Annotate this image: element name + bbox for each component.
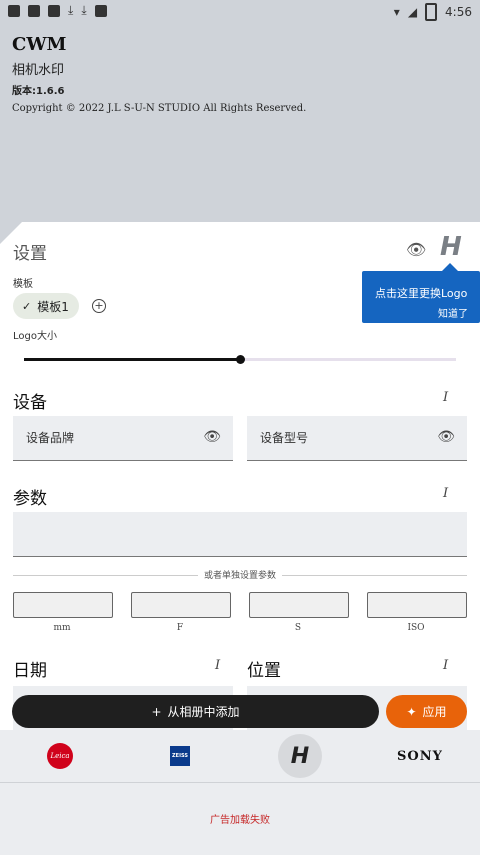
notification-icon bbox=[8, 4, 20, 17]
slider-thumb[interactable] bbox=[236, 355, 245, 364]
sony-logo-icon: SONY bbox=[397, 748, 443, 764]
iso-label: ISO bbox=[407, 623, 425, 633]
device-title: 设备 bbox=[13, 393, 47, 413]
date-title: 日期 bbox=[13, 661, 47, 681]
text-cursor-icon[interactable]: I bbox=[215, 658, 220, 673]
notification-icon bbox=[94, 4, 107, 17]
logo-size-label: Logo大小 bbox=[13, 331, 57, 342]
preview-eye-icon[interactable]: 👁 bbox=[406, 240, 426, 259]
brand-bar: Leica ZEISS H SONY bbox=[0, 730, 480, 782]
ad-banner: 广告加载失败 bbox=[0, 782, 480, 855]
params-divider: 或者单独设置参数 bbox=[13, 568, 467, 582]
template-chip[interactable]: ✓ 模板1 bbox=[13, 293, 79, 319]
text-cursor-icon[interactable]: I bbox=[443, 486, 448, 501]
add-from-album-label: 从相册中添加 bbox=[167, 705, 240, 719]
logo-size-slider[interactable] bbox=[24, 355, 456, 364]
download-icon: ⤓ bbox=[81, 3, 87, 17]
params-title: 参数 bbox=[13, 489, 47, 509]
notification-icon bbox=[28, 4, 40, 17]
device-model-field[interactable]: 设备型号 👁 bbox=[247, 416, 467, 461]
iso-input[interactable] bbox=[367, 592, 467, 618]
text-cursor-icon[interactable]: I bbox=[443, 658, 448, 673]
ad-error-text: 广告加载失败 bbox=[210, 815, 270, 826]
battery-icon bbox=[425, 3, 438, 21]
tooltip-ok-button[interactable]: 知道了 bbox=[438, 305, 468, 320]
hasselblad-logo-icon: H bbox=[278, 734, 322, 778]
shutter-input[interactable] bbox=[249, 592, 349, 618]
app-title: CWM bbox=[12, 34, 67, 55]
status-bar: ⤓ ⤓ ▾ ◢ 4:56 bbox=[0, 0, 480, 24]
check-icon: ✓ bbox=[22, 299, 32, 313]
template-label: 模板 bbox=[13, 279, 33, 290]
tooltip-text: 点击这里更换Logo bbox=[375, 287, 468, 300]
aperture-label: F bbox=[176, 623, 184, 633]
apply-label: 应用 bbox=[422, 705, 447, 719]
settings-title: 设置 bbox=[13, 244, 47, 264]
brand-sony[interactable]: SONY bbox=[380, 730, 460, 782]
zeiss-logo-icon: ZEISS bbox=[170, 746, 190, 766]
brand-hasselblad[interactable]: H bbox=[260, 730, 340, 782]
device-brand-field[interactable]: 设备品牌 👁 bbox=[13, 416, 233, 461]
device-brand-placeholder: 设备品牌 bbox=[26, 431, 75, 445]
location-title: 位置 bbox=[247, 661, 281, 681]
brand-leica[interactable]: Leica bbox=[20, 730, 100, 782]
signal-icon: ◢ bbox=[407, 5, 418, 19]
status-time: 4:56 bbox=[445, 5, 472, 19]
plus-icon: + bbox=[151, 704, 162, 719]
text-cursor-icon[interactable]: I bbox=[443, 390, 448, 405]
apply-button[interactable]: ✦ 应用 bbox=[386, 695, 467, 728]
leica-logo-icon: Leica bbox=[47, 743, 73, 769]
focal-length-input[interactable] bbox=[13, 592, 113, 618]
focal-length-label: mm bbox=[53, 623, 71, 633]
copyright: Copyright © 2022 J.L S-U-N STUDIO All Ri… bbox=[12, 103, 307, 114]
wifi-icon: ▾ bbox=[393, 5, 400, 19]
eye-icon[interactable]: 👁 bbox=[203, 429, 221, 445]
device-model-placeholder: 设备型号 bbox=[260, 431, 309, 445]
slider-fill bbox=[24, 358, 240, 361]
brand-zeiss[interactable]: ZEISS bbox=[140, 730, 220, 782]
app-header: CWM 相机水印 版本:1.6.6 Copyright © 2022 J.L S… bbox=[12, 34, 306, 114]
add-from-album-button[interactable]: + 从相册中添加 bbox=[12, 695, 379, 728]
download-icon: ⤓ bbox=[68, 3, 74, 17]
shutter-label: S bbox=[294, 623, 302, 633]
aperture-input[interactable] bbox=[131, 592, 231, 618]
template-chip-label: 模板1 bbox=[37, 299, 69, 314]
notification-icon bbox=[48, 4, 60, 17]
params-field[interactable] bbox=[13, 512, 467, 557]
app-version: 版本:1.6.6 bbox=[12, 86, 65, 97]
eye-icon[interactable]: 👁 bbox=[437, 429, 455, 445]
sparkle-icon: ✦ bbox=[406, 704, 417, 719]
logo-tooltip: 点击这里更换Logo 知道了 bbox=[362, 263, 480, 323]
logo-selector-icon[interactable]: H bbox=[440, 232, 462, 262]
add-template-icon[interactable]: + bbox=[92, 299, 106, 313]
app-subtitle: 相机水印 bbox=[12, 63, 65, 78]
